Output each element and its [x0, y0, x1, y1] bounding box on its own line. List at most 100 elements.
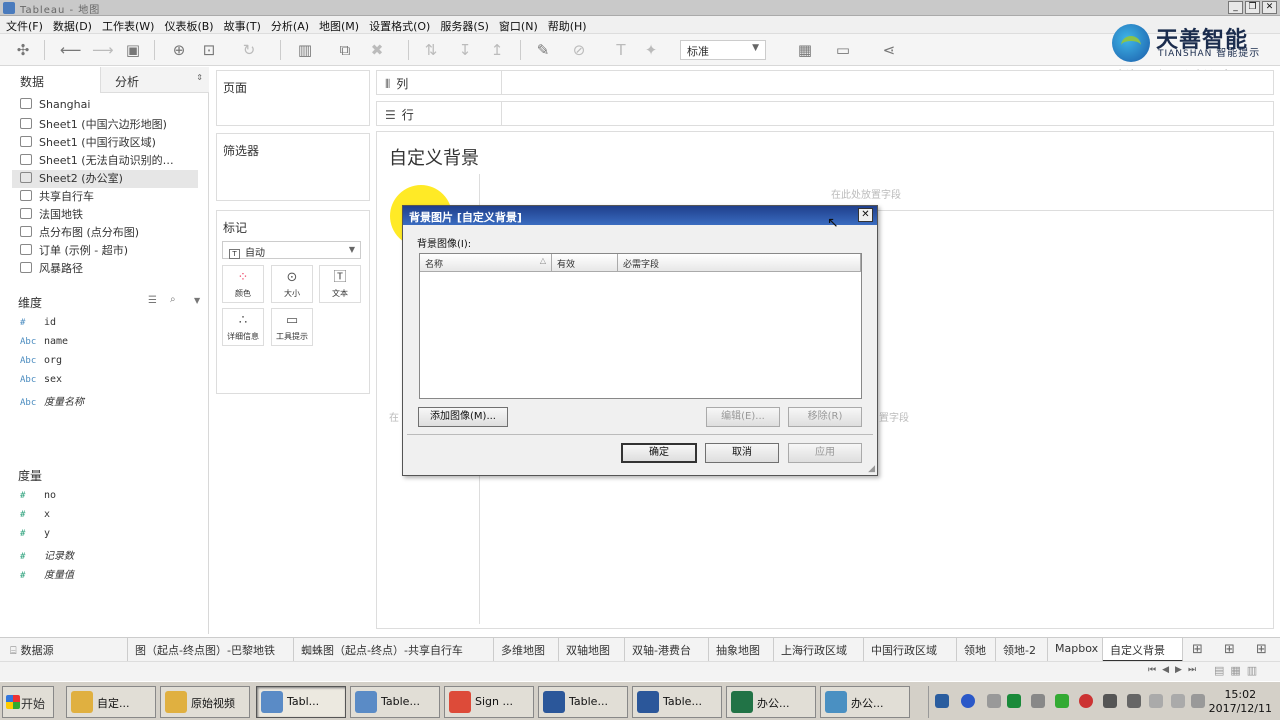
menu-item[interactable]: 帮助(H) — [545, 16, 594, 33]
sheet-nav-icons[interactable]: ⏮◀▶⏭ — [1148, 665, 1202, 675]
network-icon[interactable] — [935, 694, 949, 708]
menu-item[interactable]: 地图(M) — [316, 16, 366, 33]
taskbar-task[interactable]: 自定... — [66, 686, 156, 718]
tooltip-mark-button[interactable]: ▭ 工具提示 — [271, 308, 313, 346]
datasource-item[interactable]: Sheet1 (中国六边形地图) — [20, 116, 167, 134]
group-icon[interactable]: ⊘ — [570, 41, 588, 59]
sort-asc-icon[interactable]: ↧ — [456, 41, 474, 59]
sheet-view-icons[interactable]: ▤▦▥ — [1214, 664, 1263, 677]
close-window-button[interactable]: ✕ — [1262, 1, 1277, 14]
redo-icon[interactable]: ⟶ — [92, 41, 114, 59]
measure-field[interactable]: # x — [20, 509, 50, 527]
save-icon[interactable]: ▣ — [124, 41, 142, 59]
help-icon[interactable] — [961, 694, 975, 708]
app-tray-icon-3[interactable] — [1079, 694, 1093, 708]
measure-field[interactable]: # no — [20, 490, 56, 508]
ok-button[interactable]: 确定 — [621, 443, 697, 463]
tab-data[interactable]: 数据 — [0, 67, 100, 93]
detail-mark-button[interactable]: ∴ 详细信息 — [222, 308, 264, 346]
undo-icon[interactable]: ⟵ — [60, 41, 82, 59]
measure-field[interactable]: # 记录数 — [20, 547, 74, 565]
dimension-field[interactable]: Abc org — [20, 355, 62, 373]
swap-icon[interactable]: ⇅ — [422, 41, 440, 59]
datasource-item[interactable]: 法国地铁 — [20, 206, 83, 224]
sheet-tab[interactable]: 上海行政区域 — [774, 638, 864, 662]
new-story-tab-icon[interactable]: ⊞ — [1256, 642, 1267, 657]
datasource-item[interactable]: 订单 (示例 - 超市) — [20, 242, 128, 260]
labels-icon[interactable]: T — [612, 41, 630, 59]
volume-icon[interactable] — [1191, 694, 1205, 708]
size-mark-button[interactable]: ⊙ 大小 — [271, 265, 313, 303]
sheet-tab[interactable]: 双轴-港费台 — [625, 638, 709, 662]
column-header-required-fields[interactable]: 必需字段 — [618, 254, 861, 272]
dialog-close-button[interactable]: ✕ — [858, 208, 873, 222]
highlight-icon[interactable]: ✎ — [534, 41, 552, 59]
taskbar-task[interactable]: Sign ... — [444, 686, 534, 718]
sheet-tab[interactable]: 自定义背景 — [1103, 638, 1183, 662]
taskbar-task[interactable]: Tabl... — [256, 686, 346, 718]
sheet-tab[interactable]: 领地-2 — [996, 638, 1048, 662]
measure-field[interactable]: # y — [20, 528, 50, 546]
fit-select[interactable]: 标准 ▼ — [680, 40, 766, 60]
duplicate-icon[interactable]: ⧉ — [336, 41, 354, 59]
drop-field-zone-top[interactable]: 在此处放置字段 — [831, 186, 901, 201]
menu-item[interactable]: 仪表板(B) — [161, 16, 220, 33]
filters-card[interactable]: 筛选器 — [216, 133, 370, 201]
column-header-name[interactable]: 名称 △ — [420, 254, 552, 272]
chevron-down-icon[interactable]: ▼ — [194, 296, 200, 305]
new-worksheet-icon[interactable]: ▥ — [296, 41, 314, 59]
new-datasource-icon[interactable]: ⊕ — [170, 41, 188, 59]
background-images-list[interactable]: 名称 △ 有效 必需字段 — [419, 253, 862, 399]
new-worksheet-tab-icon[interactable]: ⊞ — [1192, 642, 1203, 657]
menu-item[interactable]: 分析(A) — [268, 16, 316, 33]
sheet-tab[interactable]: 图（起点-终点图）-巴黎地铁 — [128, 638, 294, 662]
dimension-field[interactable]: Abc sex — [20, 374, 62, 392]
pin-icon[interactable]: ✦ — [642, 41, 660, 59]
menu-item[interactable]: 数据(D) — [50, 16, 99, 33]
security-icon[interactable] — [1055, 694, 1069, 708]
taskbar-task[interactable]: Table... — [538, 686, 628, 718]
sheet-tab[interactable]: Mapbox — [1048, 638, 1103, 662]
cancel-button[interactable]: 取消 — [705, 443, 779, 463]
column-header-enabled[interactable]: 有效 — [552, 254, 618, 272]
menu-item[interactable]: 文件(F) — [3, 16, 50, 33]
datasource-item[interactable]: 共享自行车 — [20, 188, 94, 206]
text-mark-button[interactable]: 🅃 文本 — [319, 265, 361, 303]
app-tray-icon[interactable] — [1007, 694, 1021, 708]
app-tray-icon-2[interactable] — [1031, 694, 1045, 708]
drop-field-zone-mid[interactable]: 置字段 — [879, 409, 909, 424]
taskbar-task[interactable]: Table... — [350, 686, 440, 718]
drop-field-zone-left[interactable]: 在 — [389, 409, 399, 424]
datasource-item[interactable]: Sheet1 (无法自动识别的… — [20, 152, 174, 170]
power-icon[interactable] — [1171, 694, 1185, 708]
datasource-item[interactable]: Shanghai — [20, 98, 90, 116]
list-view-icon[interactable]: ☰ — [148, 295, 157, 306]
minimize-button[interactable]: _ — [1228, 1, 1243, 14]
tray-arrow-icon[interactable] — [987, 694, 1001, 708]
show-me-icon[interactable]: ▦ — [796, 41, 814, 59]
pages-card[interactable]: 页面 — [216, 70, 370, 126]
refresh-icon[interactable]: ↻ — [240, 41, 258, 59]
add-image-button[interactable]: 添加图像(M)... — [418, 407, 508, 427]
taskbar-task[interactable]: 办公... — [726, 686, 816, 718]
mark-type-select[interactable]: T 自动 ▼ — [222, 241, 361, 259]
pause-updates-icon[interactable]: ⊡ — [200, 41, 218, 59]
menu-item[interactable]: 服务器(S) — [437, 16, 496, 33]
remove-image-button[interactable]: 移除(R) — [788, 407, 862, 427]
share-icon[interactable]: ⋖ — [880, 41, 898, 59]
datasource-item[interactable]: Sheet2 (办公室) — [12, 170, 198, 188]
sheet-tab[interactable]: 双轴地图 — [559, 638, 625, 662]
sheet-tab[interactable]: 抽象地图 — [709, 638, 774, 662]
rows-shelf[interactable]: ☰ 行 — [376, 101, 1274, 126]
edit-image-button[interactable]: 编辑(E)... — [706, 407, 780, 427]
measure-field[interactable]: # 度量值 — [20, 566, 74, 584]
apply-button[interactable]: 应用 — [788, 443, 862, 463]
dimension-field[interactable]: Abc name — [20, 336, 68, 354]
columns-shelf[interactable]: ⦀ 列 — [376, 70, 1274, 95]
sheet-tab[interactable]: 多维地图 — [494, 638, 559, 662]
color-mark-button[interactable]: ⁘ 颜色 — [222, 265, 264, 303]
menu-item[interactable]: 故事(T) — [221, 16, 268, 33]
restore-button[interactable]: ❐ — [1245, 1, 1260, 14]
start-button[interactable]: 开始 — [2, 686, 54, 718]
app-tray-icon-5[interactable] — [1127, 694, 1141, 708]
